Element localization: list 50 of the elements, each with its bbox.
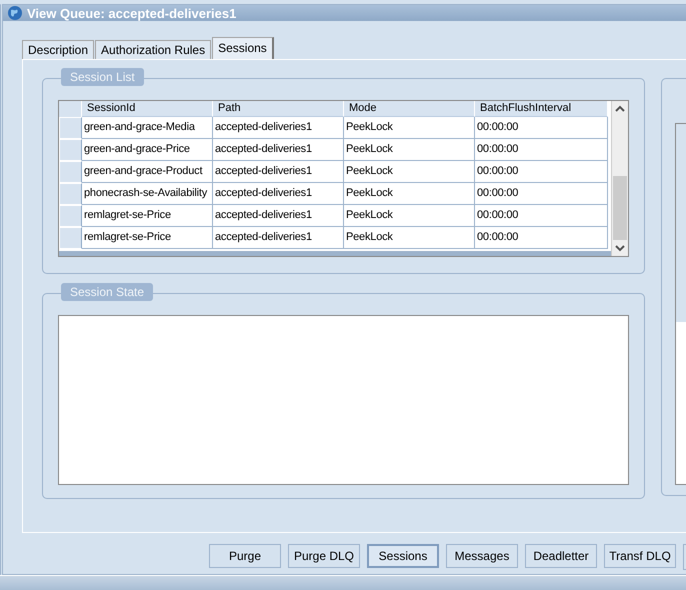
table-cell: accepted-deliveries1 bbox=[213, 139, 344, 161]
tab[interactable]: Authorization Rules bbox=[95, 40, 212, 59]
table-cell: remlagret-se-Price bbox=[82, 227, 213, 249]
action-button[interactable]: Messages bbox=[446, 544, 518, 568]
action-button[interactable]: Transf DLQ bbox=[604, 544, 676, 568]
action-button[interactable]: Purge bbox=[209, 544, 281, 568]
table-cell: 00:00:00 bbox=[475, 183, 608, 205]
table-cell: accepted-deliveries1 bbox=[213, 161, 344, 183]
column-header[interactable]: Mode bbox=[344, 101, 475, 117]
table-cell: PeekLock bbox=[344, 183, 475, 205]
corner-header[interactable] bbox=[59, 101, 82, 117]
table-cell: PeekLock bbox=[344, 205, 475, 227]
table-cell: PeekLock bbox=[344, 227, 475, 249]
table-cell: PeekLock bbox=[344, 161, 475, 183]
row-header[interactable] bbox=[59, 117, 82, 139]
table-cell: PeekLock bbox=[344, 139, 475, 161]
table-cell: phonecrash-se-Availability bbox=[82, 183, 213, 205]
column-header[interactable]: SessionId bbox=[82, 101, 213, 117]
table-cell: 00:00:00 bbox=[475, 161, 608, 183]
table-cell: 00:00:00 bbox=[475, 139, 608, 161]
table-cell: accepted-deliveries1 bbox=[213, 227, 344, 249]
row-header[interactable] bbox=[59, 205, 82, 227]
table-cell: remlagret-se-Price bbox=[82, 205, 213, 227]
column-header[interactable]: BatchFlushInterval bbox=[475, 101, 608, 117]
action-button[interactable]: Deadletter bbox=[525, 544, 597, 568]
action-button[interactable]: Sessions bbox=[367, 544, 439, 568]
table-cell: green-and-grace-Media bbox=[82, 117, 213, 139]
row-header[interactable] bbox=[59, 227, 82, 249]
row-header[interactable] bbox=[59, 161, 82, 183]
table-cell: 00:00:00 bbox=[475, 205, 608, 227]
column-header[interactable]: Path bbox=[213, 101, 344, 117]
group-title: Session State bbox=[61, 283, 154, 301]
table-cell: accepted-deliveries1 bbox=[213, 183, 344, 205]
tab[interactable]: Sessions bbox=[212, 37, 274, 59]
globe-icon bbox=[7, 5, 23, 21]
table-cell: accepted-deliveries1 bbox=[213, 117, 344, 139]
table-cell: green-and-grace-Price bbox=[82, 139, 213, 161]
action-button[interactable]: Purge DLQ bbox=[288, 544, 360, 568]
table-cell: 00:00:00 bbox=[475, 227, 608, 249]
table-cell: accepted-deliveries1 bbox=[213, 205, 344, 227]
group-title: Session List bbox=[61, 68, 144, 86]
table-cell: PeekLock bbox=[344, 117, 475, 139]
tab[interactable]: Description bbox=[22, 40, 94, 59]
window-title: View Queue: accepted-deliveries1 bbox=[27, 6, 236, 20]
row-header[interactable] bbox=[59, 139, 82, 161]
table-cell: 00:00:00 bbox=[475, 117, 608, 139]
row-header[interactable] bbox=[59, 183, 82, 205]
vertical-scrollbar[interactable] bbox=[611, 101, 628, 256]
session-state-field[interactable] bbox=[58, 315, 629, 485]
table-cell: green-and-grace-Product bbox=[82, 161, 213, 183]
